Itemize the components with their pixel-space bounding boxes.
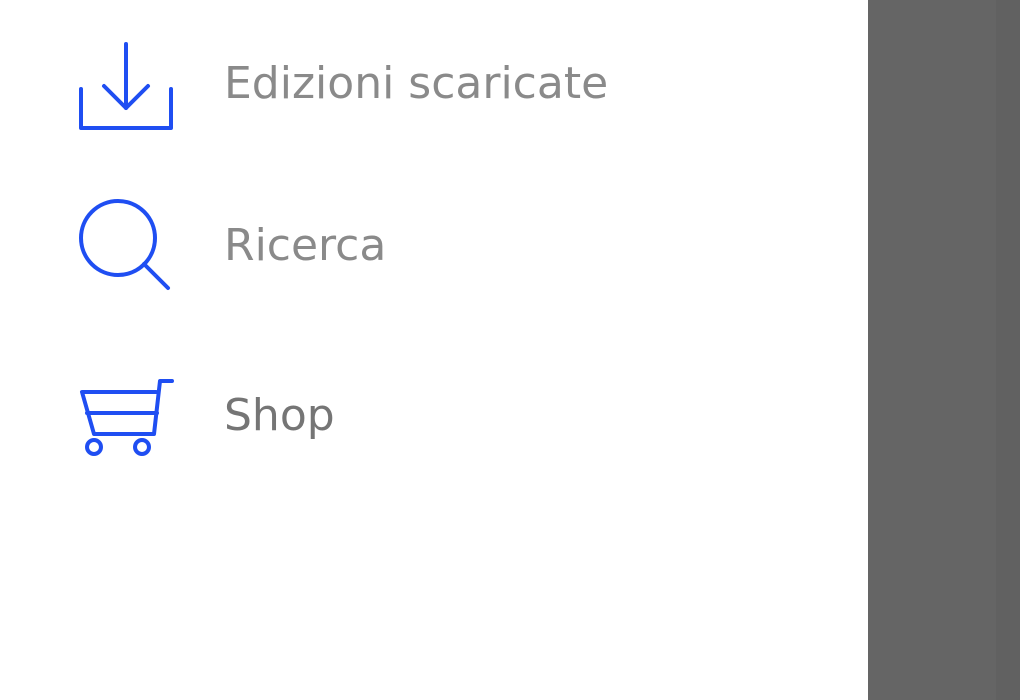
cart-icon xyxy=(76,370,176,470)
menu-item-downloaded-editions[interactable]: Edizioni scaricate xyxy=(0,6,868,156)
search-icon xyxy=(76,196,176,296)
menu-item-shop[interactable]: Shop xyxy=(0,344,868,494)
menu-item-label: Edizioni scaricate xyxy=(224,58,609,109)
navigation-drawer: Edizioni scaricate Ricerca Shop xyxy=(0,0,868,700)
menu-item-search[interactable]: Ricerca xyxy=(0,174,868,324)
menu-item-label: Shop xyxy=(224,390,335,441)
app-screen: Edizioni scaricate Ricerca Shop xyxy=(0,0,1020,700)
scrim-edge xyxy=(996,0,1020,700)
menu-item-label: Ricerca xyxy=(224,220,387,271)
download-icon xyxy=(76,34,176,134)
